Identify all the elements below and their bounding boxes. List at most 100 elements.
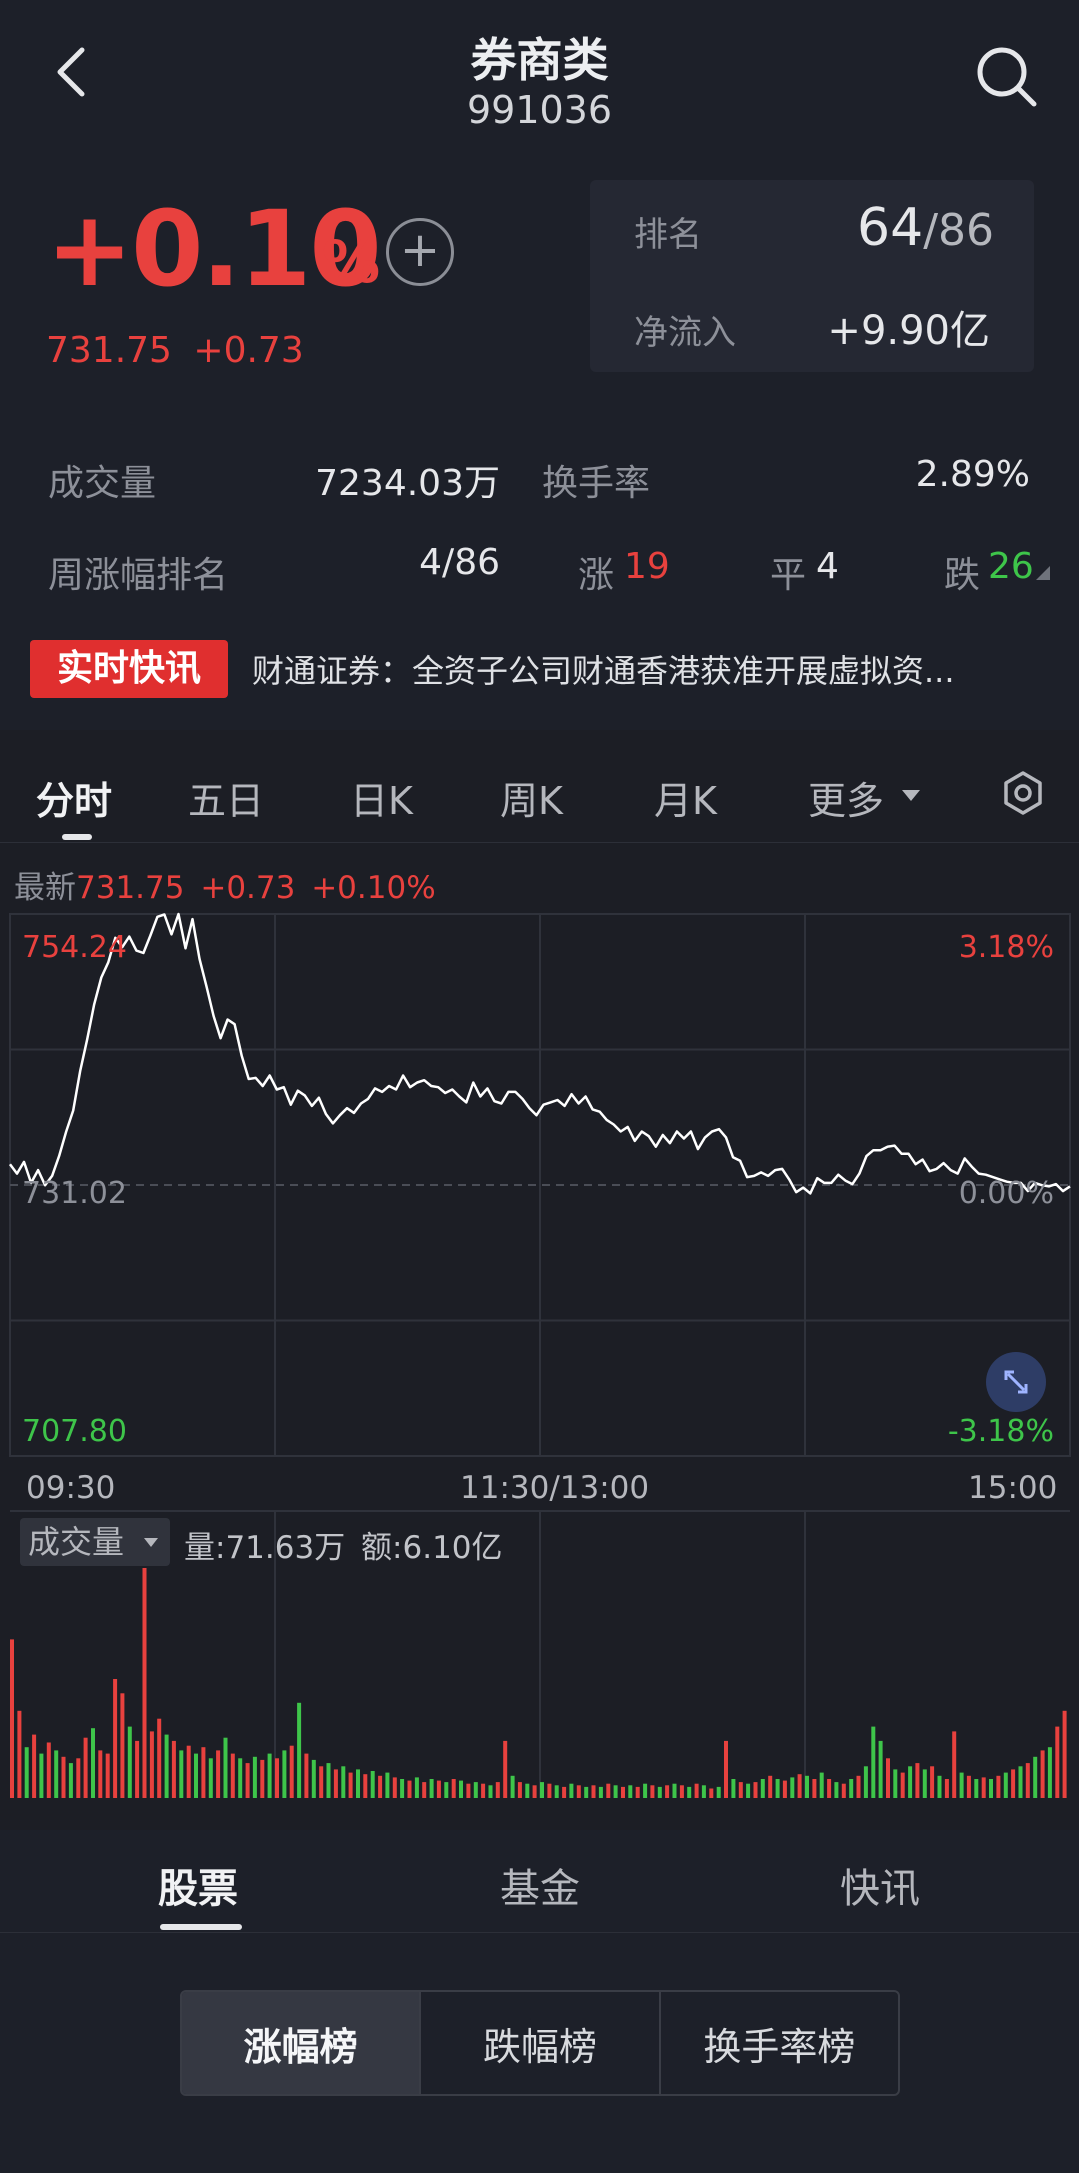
volume-bar (893, 1769, 898, 1798)
turnover-label: 换手率 (542, 463, 651, 504)
segment-losers[interactable]: 跌幅榜 (421, 1992, 661, 2094)
y-high-price: 754.24 (22, 930, 127, 965)
volume-bar (444, 1782, 449, 1798)
volume-bar (709, 1788, 714, 1798)
volume-bar (68, 1763, 73, 1798)
volume-bar (966, 1775, 971, 1798)
ranking-segment-control: 涨幅榜 跌幅榜 换手率榜 (180, 1990, 900, 2096)
volume-bar (606, 1783, 611, 1798)
volume-bar (591, 1785, 596, 1798)
volume-bar (687, 1786, 692, 1798)
volume-bar (120, 1693, 125, 1798)
tab-funds[interactable]: 基金 (500, 1856, 580, 1914)
volume-bar (775, 1779, 780, 1798)
volume-bar (333, 1769, 338, 1798)
volume-bar (694, 1783, 699, 1798)
y-base-pct: 0.00% (958, 1176, 1054, 1211)
volume-bar (186, 1745, 191, 1798)
volume-bar (827, 1779, 832, 1798)
add-watchlist-button[interactable]: + (386, 218, 454, 286)
volume-bar (304, 1753, 309, 1798)
volume-bar (267, 1753, 272, 1798)
volume-bar (834, 1782, 839, 1798)
volume-bar (598, 1786, 603, 1798)
volume-bar (922, 1769, 927, 1798)
volume-bar (201, 1747, 206, 1798)
volume-bar (863, 1766, 868, 1798)
down-count: 26 (988, 546, 1034, 587)
volume-bar (768, 1775, 773, 1798)
price-line: 731.75 +0.73 (46, 330, 304, 371)
tab-daily-k[interactable]: 日K (350, 770, 413, 825)
flat-label: 平 (770, 555, 807, 596)
volume-bar (422, 1782, 427, 1798)
up-count: 19 (624, 546, 670, 587)
tab-monthly-k[interactable]: 月K (654, 770, 717, 825)
tab-news[interactable]: 快讯 (840, 1856, 920, 1914)
segment-gainers[interactable]: 涨幅榜 (182, 1992, 422, 2094)
volume-bar (665, 1785, 670, 1798)
tab-more[interactable]: 更多 (808, 770, 884, 825)
volume-bar (908, 1766, 913, 1798)
rank-number: 64 (857, 198, 924, 258)
volume-bar (701, 1785, 706, 1798)
volume-bar (245, 1763, 250, 1798)
volume-bar (871, 1726, 876, 1798)
volume-bar (760, 1779, 765, 1798)
volume-bar (76, 1758, 81, 1798)
week-rank-label: 周涨幅排名 (48, 555, 229, 596)
volume-bar (495, 1782, 500, 1798)
volume-bar (473, 1782, 478, 1798)
hexagon-settings-icon (1004, 771, 1042, 815)
search-button[interactable] (972, 42, 1040, 110)
volume-bar (569, 1783, 574, 1798)
volume-bar (488, 1785, 493, 1798)
volume-bar (1011, 1769, 1016, 1798)
tab-intraday[interactable]: 分时 (36, 770, 112, 825)
volume-bar (10, 1639, 14, 1798)
volume-bar (363, 1774, 368, 1798)
chart-settings-button[interactable] (1000, 770, 1046, 816)
flat-count: 4 (816, 546, 839, 587)
volume-bar (643, 1783, 648, 1798)
volume-bar (1018, 1766, 1023, 1798)
volume-bar (753, 1782, 758, 1798)
volume-value: 7234.03万 (315, 463, 500, 504)
volume-bar (1033, 1756, 1038, 1798)
volume-bar (223, 1737, 228, 1798)
news-headline[interactable]: 财通证券：全资子公司财通香港获准开展虚拟资... (252, 646, 1052, 692)
volume-indicator-label: 成交量 (28, 1523, 125, 1561)
volume-bar (311, 1759, 316, 1798)
volume-bar (562, 1786, 567, 1798)
x-tick-close: 15:00 (968, 1470, 1058, 1506)
expand-chart-button[interactable] (986, 1352, 1046, 1412)
volume-bar (532, 1785, 537, 1798)
volume-bar (252, 1756, 257, 1798)
segment-turnover[interactable]: 换手率榜 (661, 1992, 898, 2094)
volume-bar (841, 1783, 846, 1798)
volume-bar (797, 1774, 802, 1798)
volume-bar (650, 1785, 655, 1798)
volume-bar (32, 1734, 37, 1798)
volume-bar (738, 1782, 743, 1798)
volume-bar (996, 1775, 1001, 1798)
volume-bar (378, 1775, 383, 1798)
tab-stocks[interactable]: 股票 (158, 1856, 238, 1914)
volume-bar (1025, 1763, 1030, 1798)
volume-bar (46, 1742, 51, 1798)
volume-bar (164, 1734, 169, 1798)
corner-triangle-icon[interactable] (1036, 566, 1050, 580)
volume-bar (724, 1740, 728, 1798)
volume-bar (436, 1780, 441, 1798)
volume-bar (886, 1758, 890, 1798)
volume-bar (481, 1783, 486, 1798)
volume-bar (238, 1758, 243, 1798)
volume-bar (878, 1740, 883, 1798)
volume-bar (540, 1782, 544, 1798)
volume-bar (1055, 1726, 1060, 1798)
tab-weekly-k[interactable]: 周K (500, 770, 563, 825)
search-icon (977, 47, 1037, 107)
volume-bar (731, 1779, 736, 1798)
volume-bar (628, 1785, 633, 1798)
tab-five-day[interactable]: 五日 (188, 770, 264, 825)
